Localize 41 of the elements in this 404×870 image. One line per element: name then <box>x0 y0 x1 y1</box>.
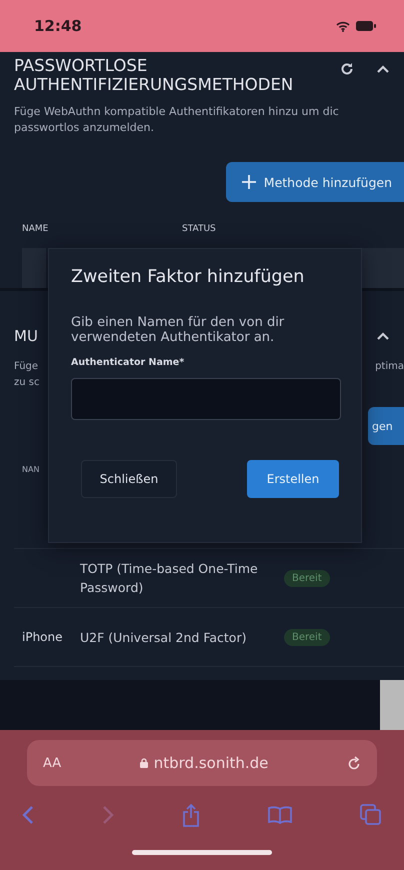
column-header: NAN <box>22 465 40 474</box>
address-bar[interactable]: AA ntbrd.sonith.de <box>27 740 377 786</box>
section-description: ptima <box>375 361 404 372</box>
section-title: PASSWORTLOSE <box>14 56 148 75</box>
column-header: NAME <box>22 224 50 234</box>
create-button[interactable]: Erstellen <box>247 460 339 498</box>
field-label: Authenticator Name* <box>71 357 186 368</box>
section-description: passwortlos anzumelden. <box>14 120 155 136</box>
chevron-icon[interactable] <box>376 331 390 341</box>
close-button[interactable]: Schließen <box>81 460 177 498</box>
dialog-text: Gib einen Namen für den von dir verwendeten Authentikator an. <box>71 315 286 345</box>
table-cell-text: iPhone <box>21 630 64 644</box>
table-cell-text: TOTP (Time-based One-Time Password) <box>80 560 259 597</box>
table-cell-text: U2F (Universal 2nd Factor) <box>80 628 248 646</box>
back-icon[interactable] <box>22 805 34 825</box>
section-title: AUTHENTIFIZIERUNGSMETHODEN <box>14 75 294 94</box>
plus-icon <box>242 175 256 189</box>
section-description: Füge <box>14 360 40 374</box>
lock-icon <box>140 758 148 768</box>
scrollbar[interactable] <box>380 680 404 730</box>
column-header: STATUS <box>182 224 216 234</box>
tabs-icon[interactable] <box>360 804 382 826</box>
url-text: ntbrd.sonith.de <box>154 754 268 772</box>
chevron-icon[interactable] <box>376 64 390 74</box>
input-field[interactable] <box>71 378 341 420</box>
clock: 12:48 <box>34 17 82 35</box>
reload-icon[interactable] <box>340 62 354 76</box>
add-button[interactable]: gen <box>368 407 404 445</box>
dialog-title: Zweiten Faktor hinzufügen <box>71 267 306 287</box>
table-row-background <box>22 248 46 288</box>
section-title: MU <box>14 327 38 345</box>
share-icon[interactable] <box>182 803 200 827</box>
battery-icon <box>356 21 376 31</box>
status-badge: Bereit <box>284 628 330 646</box>
section-description: zu sc <box>14 376 40 390</box>
text-size-button[interactable]: AA <box>43 756 62 770</box>
section-description: Füge WebAuthn kompatible Authentifikatoren hinzu um dic <box>14 104 340 120</box>
status-badge: Bereit <box>284 570 330 586</box>
add-method-button[interactable]: Methode hinzufügen <box>226 162 404 202</box>
book-icon[interactable] <box>268 806 292 824</box>
wifi-icon <box>336 20 350 32</box>
